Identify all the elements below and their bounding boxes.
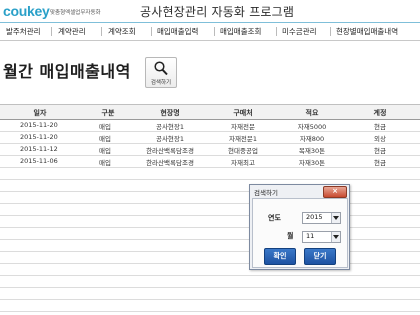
empty-row — [0, 228, 420, 240]
nav-separator — [276, 27, 277, 36]
cell-memo: 자재30톤 — [298, 159, 326, 167]
close-icon: × — [332, 187, 338, 195]
column-header-account: 계정 — [373, 109, 387, 117]
year-select-value: 2015 — [306, 213, 323, 221]
column-header-memo: 적요 — [305, 109, 319, 117]
cell-site: 공사현장1 — [155, 123, 185, 131]
cell-site: 한라산백록담조경 — [146, 159, 194, 167]
nav-item-site-sales[interactable]: 현장별매입매출내역 — [336, 26, 398, 37]
cell-vendor: 현대중공업 — [228, 147, 258, 155]
confirm-button[interactable]: 확인 — [264, 248, 296, 265]
nav-item-receivables[interactable]: 미수금관리 — [282, 26, 317, 37]
table-row[interactable]: 2015-11-06 매입 한라산백록담조경 자재최고 자재30톤 현금 — [0, 156, 420, 168]
cell-date: 2015-11-20 — [20, 133, 58, 141]
column-header-date: 일자 — [33, 109, 47, 117]
empty-row — [0, 288, 420, 300]
table-row[interactable]: 2015-11-20 매입 공사현장1 자재전문1 자재800 외상 — [0, 132, 420, 144]
page-title: 월간 매입매출내역 — [3, 62, 131, 81]
app-header: coukey 맞춤형엑셀업무자동화 공사현장관리 자동화 프로그램 — [0, 0, 420, 22]
logo-subtitle: 맞춤형엑셀업무자동화 — [50, 10, 101, 16]
column-header-vendor: 구매처 — [233, 109, 253, 117]
nav-item-sales-input[interactable]: 매입매출입력 — [157, 26, 198, 37]
empty-row — [0, 192, 420, 204]
nav-item-client[interactable]: 발주처관리 — [6, 26, 41, 37]
dialog-close-button[interactable]: × — [323, 186, 347, 198]
empty-row — [0, 180, 420, 192]
nav-separator — [151, 27, 152, 36]
cell-date: 2015-11-12 — [20, 145, 58, 153]
app-title: 공사현장관리 자동화 프로그램 — [140, 5, 295, 19]
empty-row — [0, 216, 420, 228]
nav-separator — [330, 27, 331, 36]
cell-type: 매입 — [99, 135, 111, 143]
cell-date: 2015-11-06 — [20, 157, 58, 165]
chevron-down-icon — [333, 235, 339, 239]
empty-row — [0, 276, 420, 288]
month-select-value: 11 — [306, 232, 315, 240]
cell-account: 외상 — [374, 135, 386, 143]
table-row[interactable]: 2015-11-12 매입 한라산백록담조경 현대중공업 목재30톤 현금 — [0, 144, 420, 156]
nav-separator — [51, 27, 52, 36]
empty-row — [0, 168, 420, 180]
nav-item-contract-search[interactable]: 계약조회 — [108, 26, 136, 37]
nav-separator — [214, 27, 215, 36]
cell-account: 현금 — [374, 123, 386, 131]
empty-row — [0, 240, 420, 252]
search-button[interactable]: 검색하기 — [145, 57, 177, 88]
nav-item-sales-search[interactable]: 매입매출조회 — [220, 26, 261, 37]
dialog-title: 검색하기 — [254, 189, 278, 197]
month-select[interactable]: 11 — [302, 231, 341, 243]
cell-site: 한라산백록담조경 — [146, 147, 194, 155]
year-label: 연도 — [268, 214, 281, 222]
empty-row — [0, 204, 420, 216]
dialog-body: 연도 2015 월 11 확인 닫기 — [252, 198, 348, 268]
cell-vendor: 자재전문1 — [228, 135, 258, 143]
cell-memo: 자재800 — [299, 135, 325, 143]
cell-vendor: 자재최고 — [231, 159, 255, 167]
logo: coukey — [3, 3, 50, 19]
chevron-down-icon — [333, 216, 339, 220]
cell-site: 공사현장1 — [155, 135, 185, 143]
search-dialog: 검색하기 × 연도 2015 월 11 확인 닫기 — [249, 184, 350, 270]
magnifier-icon — [154, 61, 168, 76]
nav-separator — [101, 27, 102, 36]
cell-type: 매입 — [99, 123, 111, 131]
empty-row — [0, 252, 420, 264]
cell-vendor: 자재전문 — [231, 123, 255, 131]
table-header: 일자 구분 현장명 구매처 적요 계정 — [0, 104, 420, 120]
year-select[interactable]: 2015 — [302, 212, 341, 224]
cell-date: 2015-11-20 — [20, 121, 58, 129]
table-row[interactable]: 2015-11-20 매입 공사현장1 자재전문 자재5000 현금 — [0, 120, 420, 132]
cell-account: 현금 — [374, 159, 386, 167]
nav-item-contract[interactable]: 계약관리 — [58, 26, 86, 37]
close-button[interactable]: 닫기 — [304, 248, 336, 265]
main-nav: 발주처관리 계약관리 계약조회 매입매출입력 매입매출조회 미수금관리 현장별매… — [0, 23, 420, 41]
cell-account: 현금 — [374, 147, 386, 155]
cell-memo: 목재30톤 — [298, 147, 326, 155]
month-label: 월 — [287, 232, 294, 240]
column-header-type: 구분 — [101, 109, 115, 117]
column-header-site: 현장명 — [160, 109, 180, 117]
cell-memo: 자재5000 — [297, 123, 327, 131]
cell-type: 매입 — [99, 159, 111, 167]
empty-row — [0, 264, 420, 276]
search-button-label: 검색하기 — [150, 80, 172, 86]
month-dropdown-arrow[interactable] — [331, 232, 340, 242]
year-dropdown-arrow[interactable] — [331, 213, 340, 223]
empty-row — [0, 300, 420, 312]
cell-type: 매입 — [99, 147, 111, 155]
